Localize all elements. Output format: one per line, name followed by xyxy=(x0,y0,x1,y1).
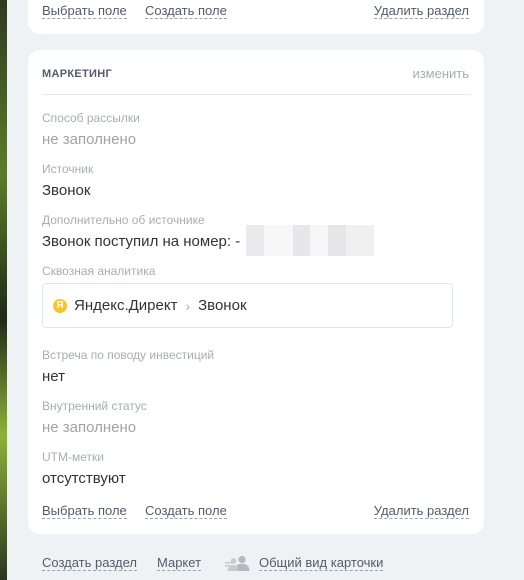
analytics-source: Яндекс.Директ xyxy=(74,297,178,314)
field-label-internal-status: Внутренний статус xyxy=(42,399,147,413)
create-field-link-top[interactable]: Создать поле xyxy=(145,4,227,19)
edit-section-link[interactable]: изменить xyxy=(412,66,469,81)
field-value-utm[interactable]: отсутствуют xyxy=(42,470,126,487)
delete-section-link-top[interactable]: Удалить раздел xyxy=(373,4,469,19)
field-label-mailing-method: Способ рассылки xyxy=(42,111,140,125)
field-label-end-to-end-analytics: Сквозная аналитика xyxy=(42,264,156,278)
analytics-trace-box[interactable]: Я Яндекс.Директ › Звонок xyxy=(42,283,453,328)
field-value-source-details[interactable]: Звонок поступил на номер: - xyxy=(42,233,240,250)
background-image-strip xyxy=(0,0,7,580)
field-value-investment-meeting[interactable]: нет xyxy=(42,368,65,385)
field-label-source: Источник xyxy=(42,162,94,176)
field-label-investment-meeting: Встреча по поводу инвестиций xyxy=(42,348,215,362)
field-value-mailing-method[interactable]: не заполнено xyxy=(42,131,136,148)
field-value-internal-status[interactable]: не заполнено xyxy=(42,419,136,436)
redacted-phone-number xyxy=(246,225,374,256)
select-field-link-top[interactable]: Выбрать поле xyxy=(42,4,127,19)
section-title: МАРКЕТИНГ xyxy=(42,68,112,80)
market-link[interactable]: Маркет xyxy=(157,556,202,571)
header-divider xyxy=(42,94,471,95)
create-section-link[interactable]: Создать раздел xyxy=(42,556,137,571)
field-label-utm: UTM-метки xyxy=(42,450,104,464)
previous-section-card: Выбрать поле Создать поле Удалить раздел xyxy=(28,0,484,34)
general-card-view-link[interactable]: Общий вид карточки xyxy=(259,556,384,571)
select-field-link[interactable]: Выбрать поле xyxy=(42,504,127,519)
create-field-link[interactable]: Создать поле xyxy=(145,504,227,519)
field-label-source-details: Дополнительно об источнике xyxy=(42,213,205,227)
analytics-channel: Звонок xyxy=(198,297,247,314)
marketing-section-card: МАРКЕТИНГ изменить Способ рассылки не за… xyxy=(28,50,484,534)
chevron-right-icon: › xyxy=(185,297,191,314)
yandex-icon: Я xyxy=(53,298,67,313)
users-icon xyxy=(225,555,250,571)
delete-section-link[interactable]: Удалить раздел xyxy=(373,504,469,519)
field-value-source[interactable]: Звонок xyxy=(42,182,90,199)
